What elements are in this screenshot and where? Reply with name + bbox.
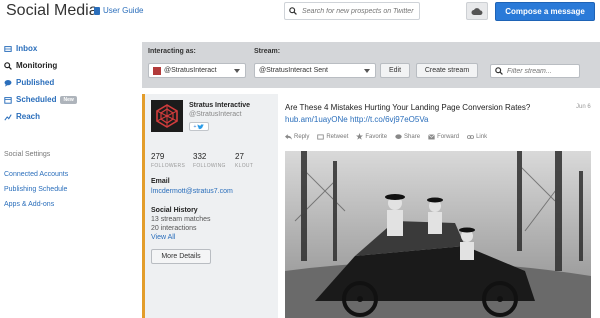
reply-label: Reply [294,133,310,140]
apps-addons-link[interactable]: Apps & Add-ons [4,201,54,208]
share-label: Share [404,133,421,140]
envelope-icon [428,133,435,139]
link-icon [467,134,475,139]
stream-label: Stream: [254,48,281,55]
new-badge: New [60,95,77,104]
following-label: FOLLOWING [193,163,226,169]
sidebar-item-label: Reach [16,112,41,121]
sidebar-item-label: Monitoring [16,61,58,70]
link-action[interactable]: Link [467,133,487,140]
retweet-action[interactable]: Retweet [317,133,348,140]
tweet-date: Jun 6 [576,104,591,110]
interacting-as-label: Interacting as: [148,48,196,55]
profile-name: Stratus Interactive [189,102,251,109]
tweet-tco-link[interactable]: http://t.co/6vj97eO5Va [350,115,429,124]
favorite-label: Favorite [365,133,388,140]
settings-heading: Social Settings [4,151,51,158]
tweet-text: Are These 4 Mistakes Hurting Your Landin… [285,103,531,112]
interacting-as-value: @StratusInteract [164,67,217,74]
sidebar-item-label: Published [16,78,55,87]
prospect-search[interactable] [284,2,420,20]
retweet-label: Retweet [326,133,349,140]
search-icon [289,7,297,15]
user-guide-label: User Guide [103,6,144,15]
speech-bubble-icon [4,79,12,87]
sidebar-item-label: Inbox [16,44,38,53]
interactions-count: 20 interactions [151,225,197,232]
stratus-logo [151,100,183,132]
speech-bubble-icon [395,133,402,139]
app-title: Social Media [6,2,98,19]
tweet-short-link[interactable]: hub.am/1uayONe [285,115,348,124]
profile-handle: @StratusInteract [189,111,242,118]
klout-score: 27 [235,152,244,161]
retweet-icon [317,133,325,140]
chevron-down-icon [364,69,370,73]
twitter-bird-icon [197,123,205,129]
follow-label: + [193,123,197,130]
compose-message-button[interactable]: Compose a message [495,2,595,21]
cloud-icon [471,7,483,15]
vintage-car-photo [285,151,591,318]
filter-stream-input[interactable] [507,67,579,75]
following-count: 332 [193,152,207,161]
stream-value: @StratusInteract Sent [259,67,328,74]
share-action[interactable]: Share [395,133,420,140]
followers-label: FOLLOWERS [151,163,186,169]
filter-stream[interactable] [490,64,580,78]
stream-controls: Interacting as: @StratusInteract Stream:… [142,42,600,88]
stream-select[interactable]: @StratusInteract Sent [254,63,376,78]
sidebar-item-label: Scheduled [16,95,57,104]
sidebar-item-inbox[interactable]: Inbox [4,44,37,53]
sidebar-item-monitoring[interactable]: Monitoring [4,61,57,70]
connected-accounts-link[interactable]: Connected Accounts [4,171,68,178]
top-bar: Social Media User Guide Compose a messag… [0,0,600,34]
edit-stream-button[interactable]: Edit [380,63,410,78]
star-icon [356,133,364,140]
view-all-link[interactable]: View All [151,234,175,241]
follow-button[interactable]: + [189,122,209,131]
email-link[interactable]: lmcdermott@stratus7.com [151,188,233,195]
search-icon [495,67,503,75]
calendar-icon [4,96,12,104]
favorite-action[interactable]: Favorite [356,133,387,140]
stratus-logo-icon [156,104,178,128]
forward-action[interactable]: Forward [428,133,459,140]
interacting-as-select[interactable]: @StratusInteract [148,63,246,78]
search-icon [4,61,12,70]
prospect-search-input[interactable] [302,7,418,15]
sidebar-item-reach[interactable]: Reach [4,112,40,121]
link-label: Link [476,133,488,140]
klout-label: KLOUT [235,163,254,169]
inbox-icon [4,45,12,52]
more-details-button[interactable]: More Details [151,249,211,264]
followers-count: 279 [151,152,165,161]
stream-matches: 13 stream matches [151,216,211,223]
tweet-actions: Reply Retweet Favorite Share Forward Lin… [285,133,487,140]
create-stream-button[interactable]: Create stream [416,63,478,78]
sidebar: Inbox Monitoring Published Scheduled New… [0,34,142,318]
chart-icon [4,113,12,121]
email-heading: Email [151,178,170,185]
tweet-links: hub.am/1uayONe http://t.co/6vj97eO5Va [285,115,429,124]
publishing-schedule-link[interactable]: Publishing Schedule [4,186,67,193]
sidebar-item-published[interactable]: Published [4,78,54,87]
cloud-button[interactable] [466,2,488,20]
user-guide-link[interactable]: User Guide [94,6,143,15]
reply-action[interactable]: Reply [285,133,309,140]
reply-icon [285,133,292,140]
forward-label: Forward [437,133,460,140]
social-history-heading: Social History [151,207,198,214]
book-icon [94,6,100,15]
sidebar-item-scheduled[interactable]: Scheduled New [4,95,77,104]
tweet-photo[interactable] [285,151,591,318]
chevron-down-icon [234,69,240,73]
account-avatar [153,66,161,75]
profile-card: Stratus Interactive @StratusInteract + 2… [142,94,278,318]
